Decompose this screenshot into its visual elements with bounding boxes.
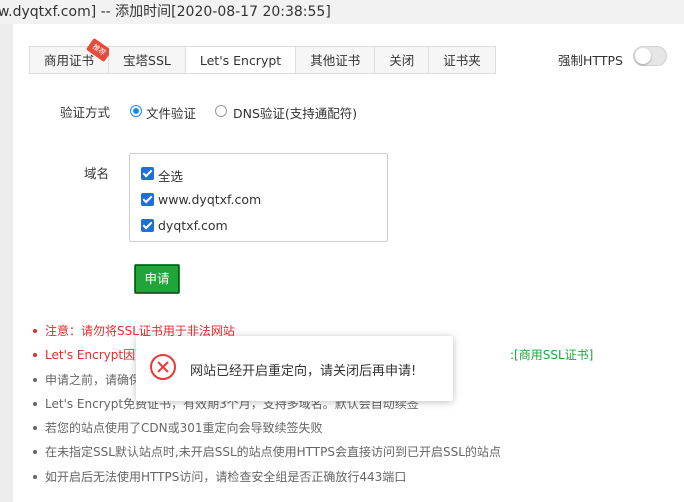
window-titlebar: w.dyqtxf.com] -- 添加时间[2020-08-17 20:38:5… <box>0 0 684 25</box>
tab-commercial-cert[interactable]: 商用证书 推荐 <box>29 37 113 74</box>
apply-button[interactable]: 申请 <box>134 264 180 294</box>
tab-cert-folder[interactable]: 证书夹 <box>429 46 496 74</box>
domain-list: 全选 www.dyqtxf.com dyqtxf.com <box>129 153 388 242</box>
note-item: 若您的站点使用了CDN或301重定向会导致续签失败 <box>33 419 673 443</box>
tab-divider <box>29 73 487 74</box>
tab-other-cert[interactable]: 其他证书 <box>296 46 376 74</box>
radio-dns-verify-label: DNS验证(支持通配符) <box>233 106 358 121</box>
note-item: 如开启后无法使用HTTPS访问，请检查安全组是否正确放行443端口 <box>33 468 673 492</box>
tab-lets-encrypt[interactable]: Let's Encrypt <box>185 46 297 74</box>
window-title: w.dyqtxf.com] -- 添加时间[2020-08-17 20:38:5… <box>0 4 331 20</box>
note-item: 在未指定SSL默认站点时,未开启SSL的站点使用HTTPS会直接访问到已开启SS… <box>33 443 673 467</box>
tab-baota-ssl[interactable]: 宝塔SSL <box>109 46 186 74</box>
tab-close[interactable]: 关闭 <box>375 46 430 74</box>
error-icon <box>150 354 176 380</box>
radio-file-verify[interactable] <box>130 105 142 117</box>
root-domain-label: dyqtxf.com <box>158 218 228 233</box>
checkbox-root-domain[interactable] <box>141 219 154 232</box>
checkbox-select-all[interactable] <box>141 167 154 180</box>
domain-label: 域名 <box>84 166 110 181</box>
checkbox-www-domain[interactable] <box>141 193 154 206</box>
verify-method-label: 验证方式 <box>60 105 111 120</box>
toast-message: 网站已经开启重定向，请关闭后再申请! <box>190 364 417 379</box>
toggle-knob <box>635 48 651 64</box>
select-all-label: 全选 <box>158 169 184 184</box>
commercial-ssl-link[interactable]: :[商用SSL证书] <box>510 346 593 363</box>
error-toast: 网站已经开启重定向，请关闭后再申请! <box>136 336 453 401</box>
www-domain-label: www.dyqtxf.com <box>158 192 262 207</box>
left-strip <box>0 24 13 502</box>
force-https-label: 强制HTTPS <box>558 53 623 68</box>
radio-dns-verify[interactable] <box>215 105 227 117</box>
radio-file-verify-label: 文件验证 <box>146 106 197 121</box>
force-https-toggle[interactable] <box>633 46 667 66</box>
ssl-tabs: 商用证书 推荐 宝塔SSL Let's Encrypt 其他证书 关闭 证书夹 <box>29 37 496 74</box>
ssl-panel: 商用证书 推荐 宝塔SSL Let's Encrypt 其他证书 关闭 证书夹 … <box>13 24 684 502</box>
